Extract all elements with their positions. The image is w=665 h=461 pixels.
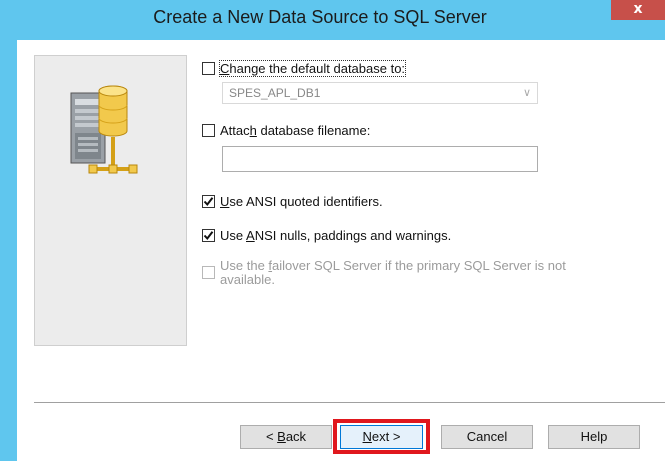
database-server-icon <box>70 85 138 174</box>
change-default-db-label: Change the default database to: <box>218 60 407 77</box>
dialog-body: Change the default database to: SPES_APL… <box>17 40 665 461</box>
ansi-quoted-identifiers-label: Use ANSI quoted identifiers. <box>220 194 383 209</box>
checkmark-icon <box>203 197 214 207</box>
change-default-db-checkbox[interactable] <box>202 62 215 75</box>
attach-db-filename-input[interactable] <box>222 146 538 172</box>
cancel-button[interactable]: Cancel <box>441 425 533 449</box>
ansi-nulls-checkbox[interactable] <box>202 229 215 242</box>
attach-db-label: Attach database filename: <box>220 123 371 138</box>
failover-server-label: Use the failover SQL Server if the prima… <box>220 258 566 287</box>
default-database-select[interactable]: SPES_APL_DB1 ∨ <box>222 82 538 104</box>
help-button[interactable]: Help <box>548 425 640 449</box>
attach-db-checkbox[interactable] <box>202 124 215 137</box>
ansi-quoted-identifiers-checkbox[interactable] <box>202 195 215 208</box>
next-button[interactable]: Next > <box>340 425 423 449</box>
window-title: Create a New Data Source to SQL Server <box>153 7 487 27</box>
ansi-nulls-label: Use ANSI nulls, paddings and warnings. <box>220 228 452 243</box>
side-panel <box>34 55 187 346</box>
close-button[interactable]: x <box>611 0 665 20</box>
checkmark-icon <box>203 231 214 241</box>
footer-divider <box>34 402 665 404</box>
chevron-down-icon: ∨ <box>522 86 531 99</box>
title-bar: Create a New Data Source to SQL Server x <box>0 0 665 40</box>
back-button[interactable]: < Back <box>240 425 332 449</box>
default-database-value: SPES_APL_DB1 <box>229 86 321 100</box>
failover-server-checkbox[interactable] <box>202 266 215 279</box>
